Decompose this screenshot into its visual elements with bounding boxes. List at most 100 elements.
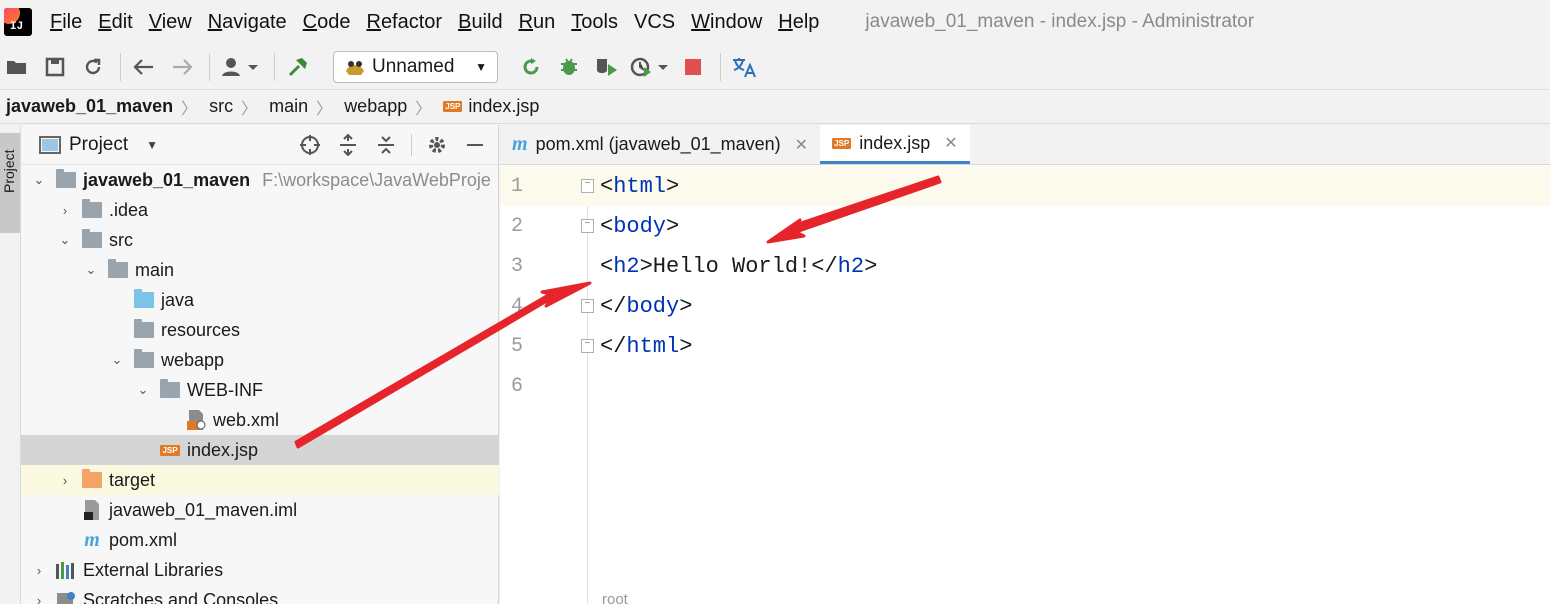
chevron-right-icon[interactable]: › [31, 563, 47, 578]
locate-file-button[interactable] [297, 132, 323, 158]
toolbar-separator [720, 52, 721, 81]
libraries-icon [55, 560, 77, 580]
rerun-icon [523, 57, 539, 74]
account-button[interactable] [216, 50, 264, 84]
build-button[interactable] [281, 50, 315, 84]
breadcrumb: javaweb_01_maven 〉 src 〉 main 〉 webapp 〉… [0, 90, 1550, 124]
debug-button[interactable] [552, 50, 586, 84]
code-line[interactable]: 2 − <body> [500, 206, 1550, 246]
save-all-button[interactable] [38, 50, 72, 84]
sync-button[interactable] [76, 50, 110, 84]
breadcrumb-index-jsp[interactable]: JSP index.jsp [443, 96, 539, 117]
fold-marker-icon[interactable]: − [581, 339, 594, 353]
code-line[interactable]: 1 − <html> [500, 166, 1550, 206]
editor-breadcrumb-status: root [602, 591, 628, 604]
chevron-right-icon[interactable]: › [57, 203, 73, 218]
tab-index-jsp[interactable]: JSP index.jsp ✕ [820, 125, 970, 164]
rerun-button[interactable] [514, 50, 548, 84]
code-line[interactable]: 5 − </html> [500, 326, 1550, 366]
menu-vcs[interactable]: VCS [634, 11, 675, 34]
line-number: 1 [510, 174, 523, 198]
chevron-right-icon[interactable]: › [31, 593, 47, 604]
menu-run[interactable]: Run [519, 11, 556, 34]
tree-node-target[interactable]: › target [21, 465, 499, 495]
tree-node-web-xml[interactable]: web.xml [21, 405, 499, 435]
menu-tools[interactable]: Tools [571, 11, 618, 34]
menu-code[interactable]: Code [303, 11, 351, 34]
settings-button[interactable] [424, 132, 450, 158]
translate-button[interactable] [727, 50, 761, 84]
breadcrumb-webapp[interactable]: webapp [344, 96, 407, 117]
breadcrumb-project[interactable]: javaweb_01_maven [6, 96, 173, 117]
menu-help[interactable]: Help [778, 11, 819, 34]
project-tool-window-tab[interactable]: Project [0, 133, 20, 233]
code-line[interactable]: 3 <h2>Hello World!</h2> [500, 246, 1550, 286]
code-text: </body> [600, 293, 693, 319]
chevron-down-icon[interactable]: ▼ [146, 138, 158, 152]
project-panel-header: Project ▼ [21, 125, 498, 165]
toolbar-separator [120, 52, 121, 81]
tree-node-external-libraries[interactable]: › External Libraries [21, 555, 499, 585]
tree-node-java[interactable]: java [21, 285, 499, 315]
tree-node-resources[interactable]: resources [21, 315, 499, 345]
code-line[interactable]: 4 − </body> [500, 286, 1550, 326]
crosshair-icon [300, 134, 320, 155]
expand-all-button[interactable] [335, 132, 361, 158]
run-configuration-selector[interactable]: Unnamed ▼ [333, 50, 498, 83]
tree-node-index-jsp[interactable]: JSP index.jsp [21, 435, 499, 465]
translate-icon [733, 57, 756, 77]
code-text: <html> [600, 173, 680, 199]
breadcrumb-src[interactable]: src [209, 96, 233, 117]
open-folder-button[interactable] [0, 50, 34, 84]
fold-marker-icon[interactable]: − [581, 299, 594, 313]
tree-node-idea[interactable]: › .idea [21, 195, 499, 225]
chevron-down-icon[interactable]: ⌄ [135, 382, 151, 398]
fold-marker-icon[interactable]: − [581, 219, 594, 233]
close-icon[interactable]: ✕ [944, 133, 957, 153]
code-text: <body> [600, 213, 680, 239]
tab-pom-xml[interactable]: m pom.xml (javaweb_01_maven) ✕ [500, 125, 820, 164]
project-view-title[interactable]: Project [69, 134, 128, 156]
module-folder-icon [55, 169, 77, 190]
tree-node-label: target [109, 469, 156, 490]
tree-node-src[interactable]: ⌄ src [21, 225, 499, 255]
chevron-down-icon[interactable]: ⌄ [109, 352, 125, 368]
back-button[interactable] [127, 50, 161, 84]
breadcrumb-separator: 〉 [241, 100, 258, 118]
menu-refactor[interactable]: Refactor [366, 11, 442, 34]
breadcrumb-main[interactable]: main [269, 96, 308, 117]
menu-view[interactable]: View [149, 11, 192, 34]
code-line[interactable]: 6 [500, 366, 1550, 406]
stop-button[interactable] [676, 50, 710, 84]
chevron-right-icon[interactable]: › [57, 473, 73, 488]
tree-node-label: Scratches and Consoles [83, 589, 279, 604]
fold-marker-icon[interactable]: − [581, 179, 594, 193]
hide-panel-button[interactable] [462, 132, 488, 158]
jsp-file-icon: JSP [832, 137, 852, 149]
chevron-down-icon[interactable]: ⌄ [31, 172, 47, 188]
menu-file[interactable]: File [50, 11, 82, 34]
forward-button[interactable] [165, 50, 199, 84]
tree-node-scratches[interactable]: › Scratches and Consoles [21, 585, 499, 604]
close-icon[interactable]: ✕ [795, 135, 808, 155]
tree-node-iml[interactable]: javaweb_01_maven.iml [21, 495, 499, 525]
chevron-down-icon[interactable]: ⌄ [57, 232, 73, 248]
coverage-button[interactable] [590, 50, 624, 84]
tree-node-webapp[interactable]: ⌄ webapp [21, 345, 499, 375]
menu-build[interactable]: Build [458, 11, 502, 34]
collapse-all-button[interactable] [373, 132, 399, 158]
gear-icon [429, 136, 445, 153]
menu-window[interactable]: Window [691, 11, 762, 34]
tree-node-web-inf[interactable]: ⌄ WEB-INF [21, 375, 499, 405]
hammer-icon [288, 57, 307, 76]
tree-node-label: WEB-INF [187, 379, 263, 400]
tree-node-pom-xml[interactable]: m pom.xml [21, 525, 499, 555]
menu-navigate[interactable]: Navigate [208, 11, 287, 34]
tree-node-main[interactable]: ⌄ main [21, 255, 499, 285]
open-folder-icon [7, 60, 26, 74]
menu-edit[interactable]: Edit [98, 11, 132, 34]
project-view-icon [39, 136, 61, 154]
tree-node-project-root[interactable]: ⌄ javaweb_01_maven F:\workspace\JavaWebP… [21, 165, 499, 195]
chevron-down-icon[interactable]: ⌄ [83, 262, 99, 278]
profile-button[interactable] [628, 50, 672, 84]
